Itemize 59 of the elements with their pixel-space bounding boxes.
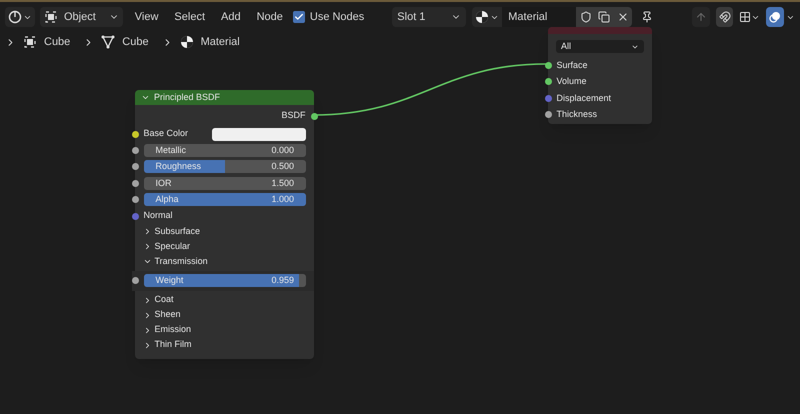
input-label: Volume (556, 75, 587, 88)
grid-icon (739, 11, 752, 23)
panel-toggle[interactable]: Coat (142, 293, 174, 307)
chevron-down-icon (142, 257, 152, 266)
menu-item[interactable]: View (126, 8, 166, 26)
parent-button[interactable] (692, 7, 710, 27)
editor-type-button[interactable] (5, 7, 35, 27)
menu-item[interactable]: Node (248, 8, 291, 26)
triangle-mesh-icon (101, 35, 116, 50)
panel-toggle[interactable]: Emission (142, 323, 192, 337)
collapse-toggle[interactable] (141, 93, 150, 102)
value-slider[interactable]: Alpha 1.000 (144, 193, 306, 206)
input-label: Normal (144, 209, 173, 222)
copy-icon (598, 11, 610, 23)
use-nodes-checkbox[interactable]: Use Nodes (292, 8, 364, 26)
input-label: Base Color (144, 127, 190, 140)
panel-toggle[interactable]: Specular (142, 240, 190, 254)
material-sphere-icon (180, 35, 194, 50)
panel-toggle[interactable]: Thin Film (142, 338, 192, 352)
unlink-button[interactable] (614, 7, 632, 27)
chevron-down-icon (141, 93, 150, 102)
input-label: Thickness (556, 108, 598, 121)
cube-object-icon (23, 35, 37, 50)
output-label: BSDF (281, 109, 306, 122)
input-label: Surface (556, 58, 588, 72)
shield-icon (580, 11, 592, 23)
pin-icon (641, 11, 654, 23)
arrow-up-icon (694, 11, 707, 23)
output-node[interactable]: All Surface Volume Displacement Thickness (548, 27, 652, 124)
editor-type-icon (8, 10, 22, 24)
overlay-icon (769, 11, 782, 23)
magnet-icon (718, 11, 731, 23)
input-label: Displacement (556, 92, 612, 105)
breadcrumb-item[interactable]: Cube (44, 34, 70, 50)
panel-toggle[interactable]: Subsurface (142, 224, 200, 238)
menu-item[interactable]: Select (166, 8, 213, 26)
slot-dropdown[interactable]: Slot 1 (392, 7, 466, 27)
panel-toggle[interactable]: Sheen (142, 308, 181, 322)
close-icon (616, 11, 629, 23)
material-sphere-icon (475, 10, 490, 24)
value-slider[interactable]: Roughness 0.500 (144, 160, 306, 174)
breadcrumb-item[interactable]: Cube (122, 34, 149, 50)
color-swatch[interactable] (212, 128, 306, 140)
value-slider[interactable]: Metallic 0.000 (144, 144, 306, 157)
breadcrumb-item[interactable]: Material (200, 34, 240, 50)
menu-item[interactable]: Add (213, 8, 249, 26)
check-icon (294, 12, 304, 22)
value-slider[interactable]: Weight 0.959 (144, 274, 306, 288)
fake-user-button[interactable] (576, 7, 595, 27)
target-dropdown[interactable]: All (556, 40, 644, 53)
number-field[interactable]: IOR 1.500 (144, 176, 306, 190)
panel-toggle[interactable]: Transmission (142, 254, 208, 268)
checkbox[interactable] (292, 11, 305, 23)
node-title: Principled BSDF (154, 90, 220, 104)
overlay-button[interactable] (766, 7, 784, 27)
snap-button[interactable] (716, 7, 734, 27)
mode-dropdown[interactable]: Object (40, 7, 123, 27)
material-browse-button[interactable] (472, 7, 502, 27)
cube-object-icon (44, 10, 58, 24)
